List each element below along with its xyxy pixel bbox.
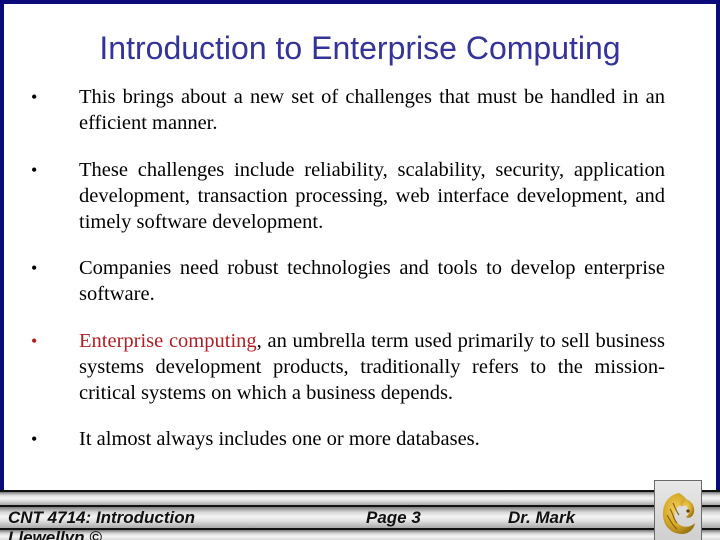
bullet-marker: • bbox=[31, 87, 38, 107]
footer-stripe bbox=[0, 490, 720, 505]
bullet-marker: • bbox=[31, 160, 38, 180]
slide-title: Introduction to Enterprise Computing bbox=[99, 30, 621, 66]
bullet-text: Enterprise computing, an umbrella term u… bbox=[79, 328, 665, 406]
slide-frame bbox=[0, 0, 720, 494]
footer-page-number: Page 3 bbox=[366, 508, 421, 527]
pegasus-icon bbox=[662, 493, 695, 534]
bullet-marker: • bbox=[31, 258, 38, 278]
footer-course: CNT 4714: Introduction bbox=[8, 508, 196, 527]
highlighted-term: Enterprise computing bbox=[79, 330, 257, 352]
bullet-text: It almost always includes one or more da… bbox=[79, 428, 480, 450]
bullet-marker: • bbox=[31, 429, 38, 449]
bullet-text: This brings about a new set of challenge… bbox=[79, 86, 665, 134]
footer-stripe bbox=[0, 528, 720, 540]
ucf-logo bbox=[654, 480, 702, 540]
slide-footer: CNT 4714: Introduction Llewellyn © Page … bbox=[0, 490, 720, 540]
footer-author: Dr. Mark bbox=[508, 508, 576, 527]
bullet-text: Companies need robust technologies and t… bbox=[79, 257, 665, 305]
slide: Introduction to Enterprise Computing • T… bbox=[0, 0, 720, 540]
bullet-text: These challenges include reliability, sc… bbox=[79, 159, 665, 233]
bullet-marker: • bbox=[31, 331, 38, 351]
footer-author-line2: Llewellyn © bbox=[8, 528, 102, 540]
